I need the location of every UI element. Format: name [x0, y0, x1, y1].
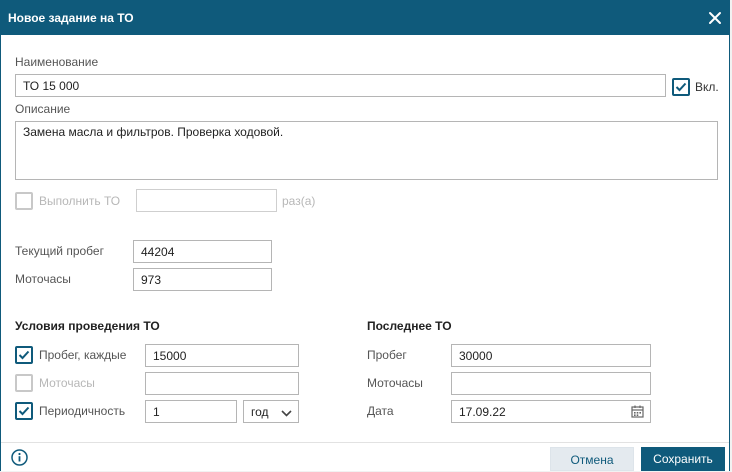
dialog-titlebar: Новое задание на ТО: [1, 1, 729, 35]
close-icon[interactable]: [707, 10, 723, 26]
enabled-label: Вкл.: [695, 80, 719, 94]
period-unit-select[interactable]: год: [243, 400, 299, 423]
conditions-heading: Условия проведения ТО: [15, 319, 160, 333]
check-icon: [18, 406, 30, 416]
last-motohours-input[interactable]: [451, 372, 651, 395]
current-motohours-input[interactable]: 973: [133, 268, 272, 291]
new-maintenance-dialog: Новое задание на ТО Наименование ТО 15 0…: [0, 0, 730, 471]
last-to-heading: Последнее ТО: [367, 319, 452, 333]
dialog-title: Новое задание на ТО: [8, 11, 134, 25]
check-icon: [18, 350, 30, 360]
execute-label: Выполнить ТО: [39, 194, 121, 208]
cancel-button[interactable]: Отмена: [550, 447, 634, 471]
dialog-footer: Отмена Сохранить: [1, 442, 729, 471]
name-input[interactable]: ТО 15 000: [15, 74, 666, 97]
condition-motohours-label: Моточасы: [39, 376, 95, 390]
condition-motohours-input[interactable]: [145, 372, 299, 395]
condition-mileage-checkbox[interactable]: [15, 346, 33, 364]
condition-motohours-checkbox[interactable]: [15, 374, 33, 392]
last-mileage-label: Пробег: [367, 348, 407, 362]
condition-period-checkbox[interactable]: [15, 402, 33, 420]
execute-checkbox[interactable]: [15, 192, 33, 210]
condition-mileage-label: Пробег, каждые: [39, 348, 127, 362]
calendar-icon[interactable]: [631, 405, 644, 421]
condition-mileage-input[interactable]: 15000: [145, 344, 299, 367]
enabled-checkbox[interactable]: [672, 78, 690, 96]
save-button[interactable]: Сохранить: [641, 447, 725, 471]
current-motohours-label: Моточасы: [15, 272, 71, 286]
times-label: раз(а): [282, 194, 316, 208]
last-motohours-label: Моточасы: [367, 376, 423, 390]
execute-times-input[interactable]: [136, 189, 277, 212]
description-label: Описание: [15, 102, 71, 116]
chevron-down-icon: [281, 407, 292, 421]
last-date-label: Дата: [367, 404, 394, 418]
condition-period-input[interactable]: 1: [145, 400, 237, 423]
info-icon[interactable]: [11, 449, 28, 469]
name-label: Наименование: [15, 55, 99, 69]
current-mileage-label: Текущий пробег: [15, 244, 104, 258]
last-mileage-input[interactable]: 30000: [451, 344, 651, 367]
current-mileage-input[interactable]: 44204: [133, 240, 272, 263]
condition-period-label: Периодичность: [39, 404, 126, 418]
last-date-input[interactable]: 17.09.22: [451, 400, 651, 423]
period-unit-value: год: [251, 405, 269, 419]
description-textarea[interactable]: Замена масла и фильтров. Проверка ходово…: [15, 121, 718, 180]
last-date-value: 17.09.22: [459, 405, 506, 419]
check-icon: [675, 82, 687, 92]
